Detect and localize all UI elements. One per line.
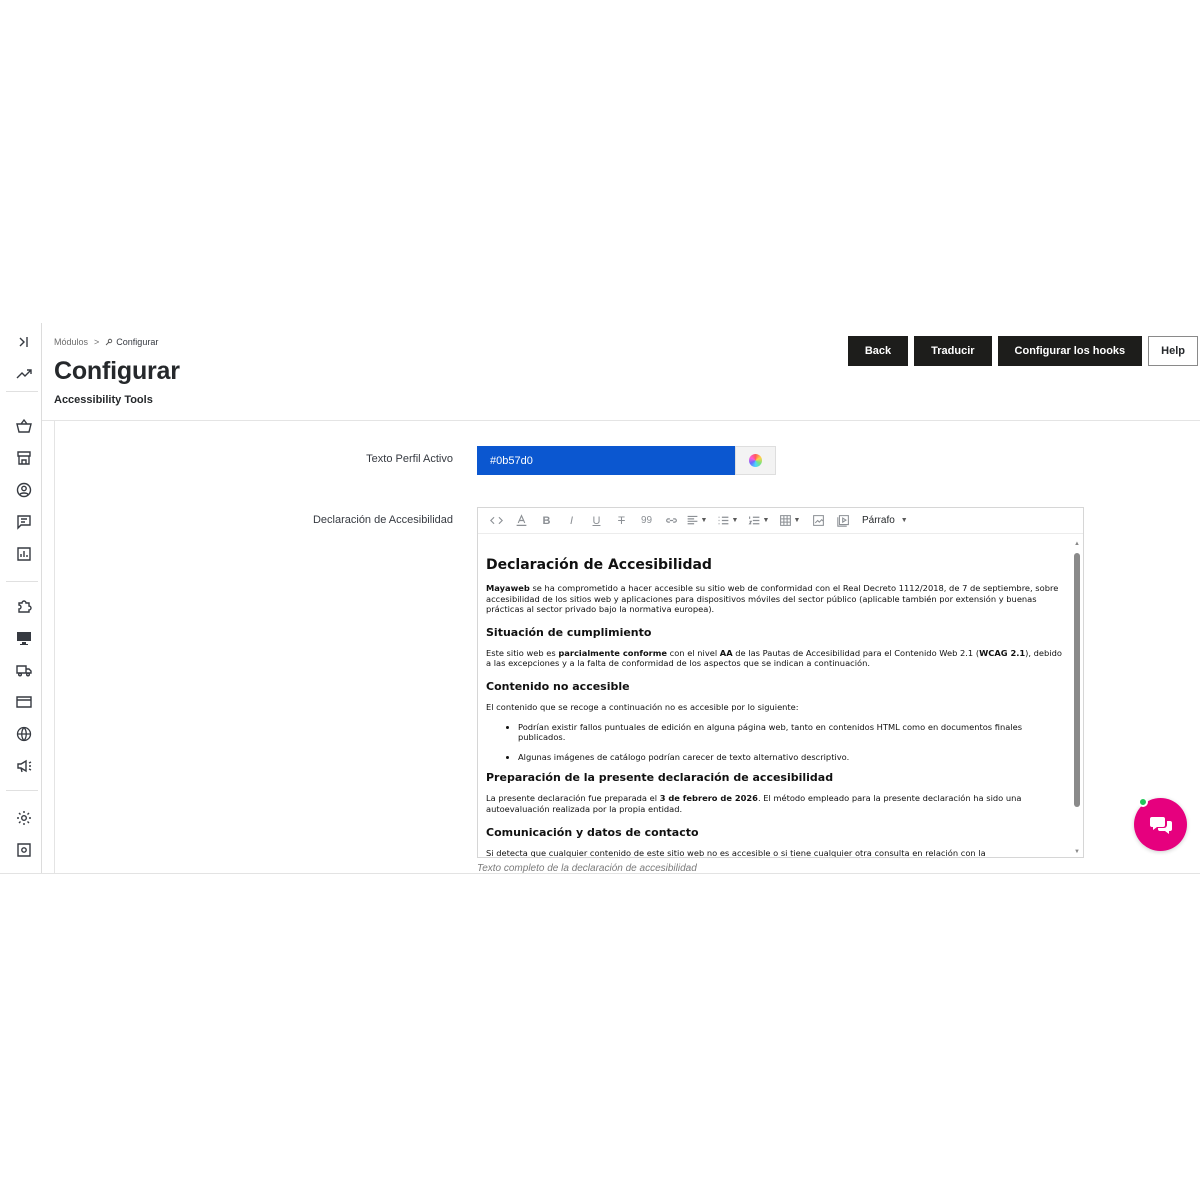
- source-code-icon[interactable]: [484, 511, 509, 531]
- sidebar-divider: [6, 391, 38, 392]
- editor-toolbar: B I U T 99 ▼ ▼ ▼ ▼ Párrafo ▼: [478, 508, 1083, 534]
- compliance-heading: Situación de cumplimiento: [486, 625, 652, 639]
- header-toolbar: Back Traducir Configurar los hooks Help: [847, 336, 1198, 366]
- gear-icon[interactable]: [12, 807, 36, 829]
- editor-content[interactable]: Declaración de Accesibilidad Mayaweb se …: [478, 548, 1074, 857]
- list-item: Podrían existir fallos puntuales de edic…: [518, 722, 1064, 743]
- truck-icon[interactable]: [12, 659, 36, 681]
- sidebar-divider: [6, 581, 38, 582]
- nonaccessible-list: Podrían existir fallos puntuales de edic…: [518, 722, 1064, 763]
- credit-card-icon[interactable]: [12, 691, 36, 713]
- sidebar: [0, 323, 42, 873]
- table-icon[interactable]: ▼: [777, 511, 802, 531]
- rich-text-editor: B I U T 99 ▼ ▼ ▼ ▼ Párrafo ▼ Declaración…: [477, 507, 1084, 858]
- wrench-icon: [105, 338, 113, 346]
- scroll-up-icon[interactable]: ▲: [1074, 541, 1080, 547]
- customer-icon[interactable]: [12, 479, 36, 501]
- italic-icon[interactable]: I: [559, 511, 584, 531]
- breadcrumb-current-label: Configurar: [116, 337, 159, 347]
- settings-box-icon[interactable]: [12, 839, 36, 861]
- breadcrumb: Módulos > Configurar: [54, 337, 158, 347]
- configure-hooks-button[interactable]: Configurar los hooks: [997, 336, 1143, 366]
- nonaccessible-text: El contenido que se recoge a continuació…: [486, 701, 799, 712]
- trending-up-icon[interactable]: [12, 363, 36, 385]
- chat-icon: [1149, 816, 1172, 834]
- collapse-sidebar-icon[interactable]: [12, 331, 36, 353]
- contact-heading: Comunicación y datos de contacto: [486, 825, 699, 839]
- globe-icon[interactable]: [12, 723, 36, 745]
- list-item: Algunas imágenes de catálogo podrían car…: [518, 752, 1064, 763]
- statement-help-text: Texto completo de la declaración de acce…: [477, 863, 697, 874]
- scrollbar-thumb[interactable]: [1074, 553, 1080, 807]
- paragraph-format-dropdown[interactable]: Párrafo ▼: [856, 515, 914, 526]
- statement-heading: Declaración de Accesibilidad: [486, 557, 712, 573]
- paragraph-format-label: Párrafo: [862, 515, 895, 526]
- strikethrough-icon[interactable]: T: [609, 511, 634, 531]
- breadcrumb-modules[interactable]: Módulos: [54, 337, 88, 347]
- translate-button[interactable]: Traducir: [914, 336, 992, 366]
- media-icon[interactable]: [831, 511, 856, 531]
- editor-scrollbar[interactable]: ▲ ▼: [1074, 541, 1080, 857]
- blockquote-icon[interactable]: 99: [634, 511, 659, 531]
- statement-intro: Mayaweb se ha comprometido a hacer acces…: [486, 583, 1059, 615]
- link-icon[interactable]: [659, 511, 684, 531]
- page-title: Configurar: [54, 357, 180, 385]
- image-icon[interactable]: [806, 511, 831, 531]
- app-window: Módulos > Configurar Configurar Accessib…: [0, 323, 1200, 874]
- breadcrumb-current: Configurar: [105, 337, 158, 347]
- basket-icon[interactable]: [12, 415, 36, 437]
- page-subtitle: Accessibility Tools: [54, 394, 153, 406]
- chevron-down-icon: ▼: [900, 517, 908, 524]
- color-wheel-icon: [749, 454, 762, 467]
- bold-icon[interactable]: B: [534, 511, 559, 531]
- scroll-down-icon[interactable]: ▼: [1074, 849, 1080, 855]
- store-icon[interactable]: [12, 447, 36, 469]
- megaphone-icon[interactable]: [12, 755, 36, 777]
- online-status-dot: [1138, 797, 1148, 807]
- align-icon[interactable]: ▼: [684, 511, 709, 531]
- preparation-text: La presente declaración fue preparada el…: [486, 793, 1022, 814]
- nonaccessible-heading: Contenido no accesible: [486, 679, 630, 693]
- breadcrumb-separator: >: [94, 337, 100, 347]
- compliance-text: Este sitio web es parcialmente conforme …: [486, 647, 1062, 669]
- underline-icon[interactable]: U: [584, 511, 609, 531]
- messages-icon[interactable]: [12, 511, 36, 533]
- help-button[interactable]: Help: [1148, 336, 1198, 366]
- back-button[interactable]: Back: [847, 336, 909, 366]
- sidebar-divider: [6, 790, 38, 791]
- numbered-list-icon[interactable]: ▼: [746, 511, 771, 531]
- text-color-icon[interactable]: [509, 511, 534, 531]
- color-picker-button[interactable]: [735, 446, 776, 475]
- profile-color-label: Texto Perfil Activo: [366, 453, 453, 465]
- monitor-icon[interactable]: [12, 627, 36, 649]
- stats-icon[interactable]: [12, 543, 36, 565]
- contact-text: Si detecta que cualquier contenido de es…: [486, 847, 986, 857]
- statement-label: Declaración de Accesibilidad: [312, 514, 453, 526]
- bullet-list-icon[interactable]: ▼: [715, 511, 740, 531]
- profile-color-input[interactable]: [477, 446, 735, 475]
- puzzle-icon[interactable]: [12, 595, 36, 617]
- preparation-heading: Preparación de la presente declaración d…: [486, 771, 834, 785]
